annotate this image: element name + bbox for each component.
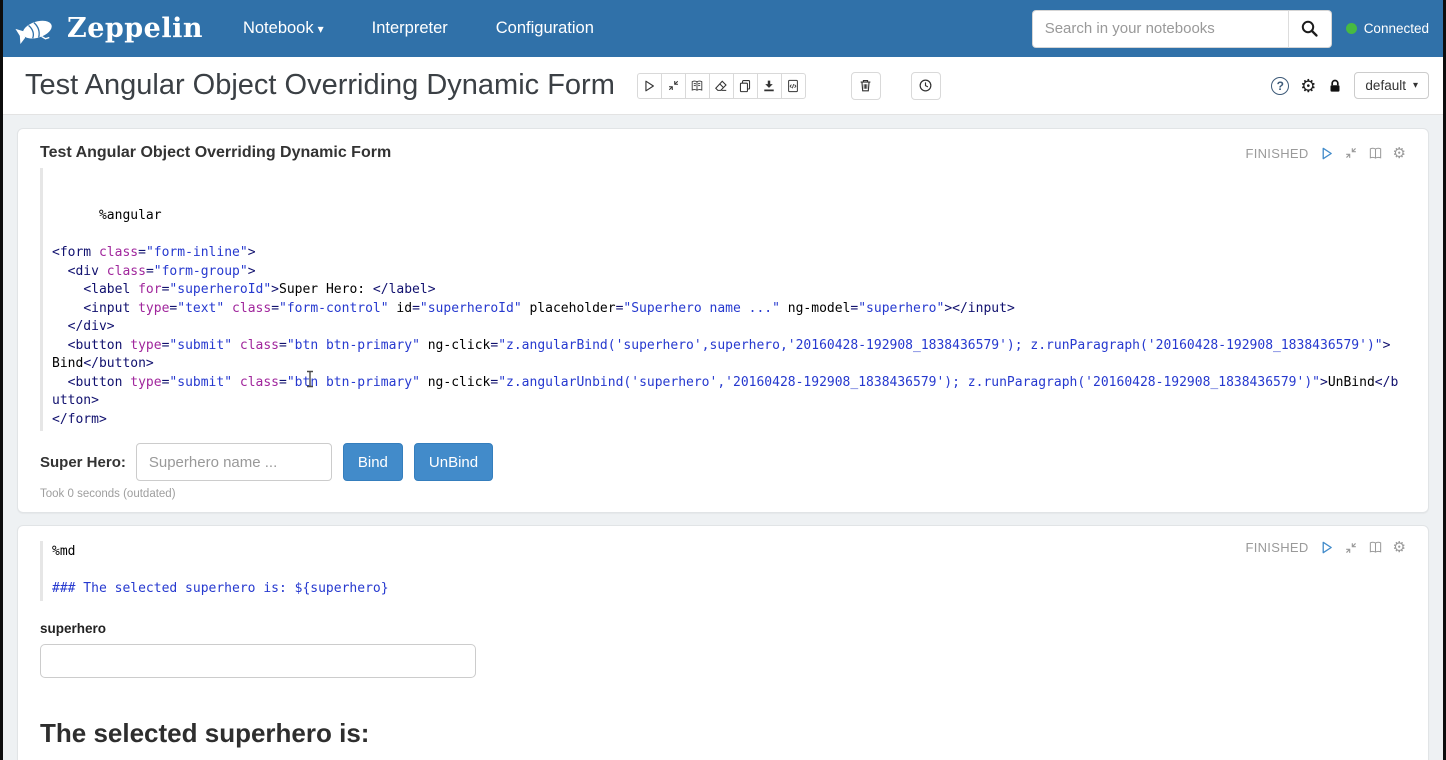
paragraph-angular: Test Angular Object Overriding Dynamic F… xyxy=(17,128,1429,513)
show-hide-output-button[interactable] xyxy=(685,73,710,99)
superhero-dynamic-input[interactable] xyxy=(40,644,476,678)
paragraph-title[interactable]: Test Angular Object Overriding Dynamic F… xyxy=(40,144,391,162)
code-editor-markdown[interactable]: %md ### The selected superhero is: ${sup… xyxy=(40,541,1406,601)
eraser-icon xyxy=(714,79,728,93)
run-all-icon xyxy=(642,79,656,93)
collapse-icon xyxy=(1344,146,1358,160)
search-icon xyxy=(1300,19,1319,38)
angular-output-form: Super Hero: Bind UnBind xyxy=(40,443,1406,481)
menu-item-interpreter[interactable]: Interpreter xyxy=(372,19,448,38)
play-icon xyxy=(1319,146,1334,161)
collapse-icon xyxy=(667,79,680,92)
brand-title: Zeppelin xyxy=(67,13,203,44)
note-settings-gear-icon[interactable]: ⚙ xyxy=(1300,77,1316,95)
collapse-paragraph-button[interactable] xyxy=(1344,146,1358,160)
app-window: Zeppelin Notebook▾ Interpreter Configura… xyxy=(0,0,1446,760)
note-title[interactable]: Test Angular Object Overriding Dynamic F… xyxy=(25,69,615,102)
search-input[interactable] xyxy=(1032,10,1288,48)
unbind-button[interactable]: UnBind xyxy=(414,443,493,481)
superhero-label: Super Hero: xyxy=(40,454,126,471)
delete-note-button[interactable] xyxy=(851,72,881,100)
paragraph-markdown: FINISHED ⚙ %md ### The selected superher… xyxy=(17,525,1429,760)
connection-status: Connected xyxy=(1346,21,1429,36)
scheduler-button[interactable] xyxy=(911,72,941,100)
book-icon xyxy=(1368,146,1383,161)
chevron-down-icon: ▾ xyxy=(318,22,324,36)
code-editor-angular[interactable]: %angular <form class="form-inline"> <div… xyxy=(40,168,1406,431)
note-header: Test Angular Object Overriding Dynamic F… xyxy=(3,57,1443,115)
menu-item-notebook[interactable]: Notebook▾ xyxy=(243,19,324,38)
export-note-button[interactable] xyxy=(757,73,782,99)
run-all-button[interactable] xyxy=(637,73,662,99)
trash-icon xyxy=(858,78,873,93)
clock-icon xyxy=(918,78,933,93)
note-toolbar xyxy=(637,73,806,99)
clear-output-button[interactable] xyxy=(709,73,734,99)
connected-dot-icon xyxy=(1346,23,1357,34)
paragraph-exec-status: Took 0 seconds (outdated) xyxy=(40,488,1406,500)
code-icon xyxy=(786,79,800,93)
help-icon[interactable]: ? xyxy=(1271,77,1289,95)
paragraph-controls: FINISHED ⚙ xyxy=(1245,146,1406,161)
notebook-search xyxy=(1032,10,1332,48)
note-header-right: ? ⚙ default ▾ xyxy=(1271,72,1429,99)
gear-icon: ⚙ xyxy=(1393,146,1406,161)
clone-note-button[interactable] xyxy=(733,73,758,99)
menu-item-configuration[interactable]: Configuration xyxy=(496,19,594,38)
markdown-output-heading: The selected superhero is: xyxy=(40,718,1406,749)
zeppelin-logo-link[interactable]: Zeppelin xyxy=(15,13,203,44)
paragraph-settings-button[interactable]: ⚙ xyxy=(1393,146,1406,161)
search-button[interactable] xyxy=(1288,10,1332,48)
bind-button[interactable]: Bind xyxy=(343,443,403,481)
export-icon xyxy=(762,79,776,93)
lock-icon[interactable] xyxy=(1327,78,1343,94)
status-badge: FINISHED xyxy=(1245,146,1308,161)
zeppelin-airship-icon xyxy=(15,14,61,44)
revision-dropdown[interactable]: default ▾ xyxy=(1354,72,1429,99)
superhero-field-label: superhero xyxy=(40,621,1406,636)
connected-label: Connected xyxy=(1364,21,1429,36)
superhero-input[interactable] xyxy=(136,443,332,481)
book-icon xyxy=(690,79,704,93)
run-paragraph-button[interactable] xyxy=(1319,146,1334,161)
export-code-button[interactable] xyxy=(781,73,806,99)
collapse-code-button[interactable] xyxy=(661,73,686,99)
chevron-down-icon: ▾ xyxy=(1413,80,1418,91)
show-editor-button[interactable] xyxy=(1368,146,1383,161)
navbar: Zeppelin Notebook▾ Interpreter Configura… xyxy=(3,0,1443,57)
note-body: Test Angular Object Overriding Dynamic F… xyxy=(3,115,1443,760)
main-menu: Notebook▾ Interpreter Configuration xyxy=(243,19,594,38)
clone-icon xyxy=(738,79,752,93)
